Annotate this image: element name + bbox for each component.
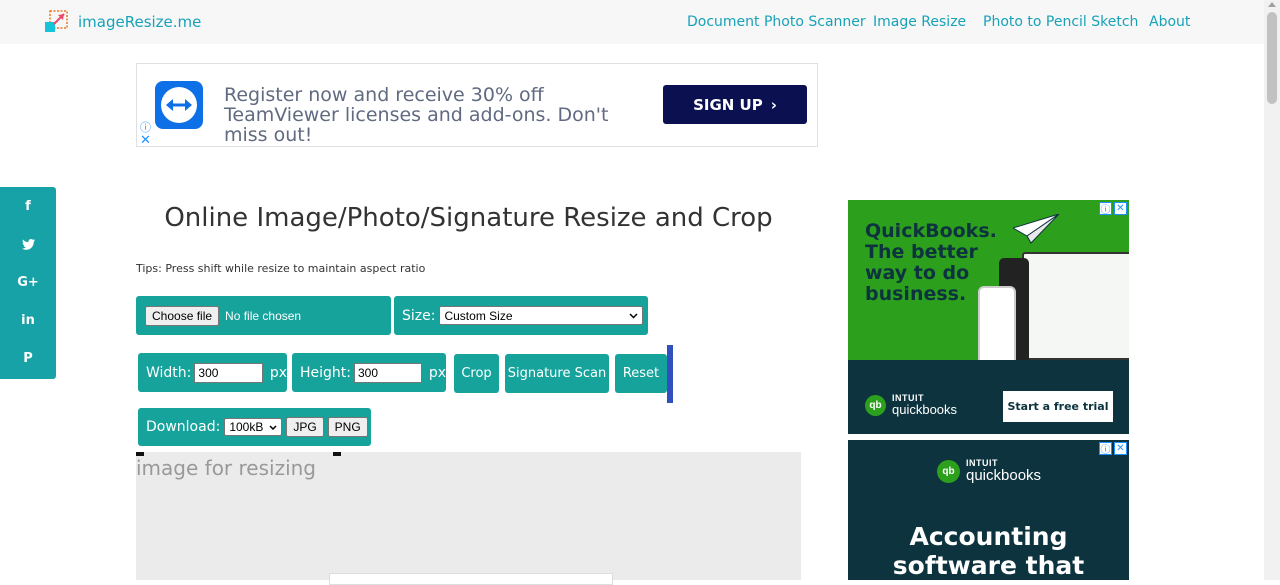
qb2-headline: Accounting software that [848, 522, 1129, 580]
download-size-select[interactable]: 100kB [224, 418, 283, 436]
width-unit: px [269, 364, 287, 381]
chevron-down-icon [269, 424, 277, 430]
qb-headline-line-2: The better [865, 241, 978, 263]
size-select-value: Custom Size [444, 308, 513, 323]
quickbooks-ad-2[interactable]: ⓘ ✕ qb INTUIT quickbooks Accounting soft… [848, 440, 1129, 580]
twitter-icon[interactable] [0, 225, 56, 263]
width-group: Width: 300 px [138, 353, 287, 392]
nav-image-resize[interactable]: Image Resize [873, 14, 966, 30]
image-toolbar-box [329, 573, 613, 585]
qb-headline-line-1: QuickBooks. [865, 220, 997, 242]
size-group: Size: Custom Size [394, 296, 648, 335]
nav-photo-to-pencil-sketch[interactable]: Photo to Pencil Sketch [983, 14, 1138, 30]
width-input[interactable]: 300 [194, 362, 263, 383]
info-icon[interactable]: ⓘ [1099, 202, 1112, 216]
page-scrollbar[interactable] [1264, 0, 1280, 580]
qb-brand-logo: qb INTUIT quickbooks [937, 459, 1041, 484]
paper-plane-icon [1013, 214, 1060, 244]
quickbooks-ad-1[interactable]: ⓘ ✕ QuickBooks. The better way to do bus… [848, 200, 1129, 434]
choose-file-button[interactable]: Choose file [145, 305, 220, 326]
scroll-thumb[interactable] [1267, 12, 1277, 104]
qb-headline-line-3: way to do [865, 262, 970, 284]
width-label: Width: [146, 364, 192, 381]
info-icon[interactable]: ⓘ [1099, 442, 1112, 456]
pinterest-icon[interactable]: P [0, 339, 56, 377]
signature-scan-button[interactable]: Signature Scan [505, 354, 609, 393]
facebook-icon[interactable]: f [0, 187, 56, 225]
qb-brand-name: quickbooks [966, 467, 1042, 484]
google-plus-icon[interactable]: G+ [0, 263, 56, 301]
height-input[interactable]: 300 [354, 362, 422, 383]
close-icon[interactable]: ✕ [1114, 442, 1127, 455]
ad-choices[interactable]: ⓘ ✕ [1099, 442, 1127, 456]
scroll-up-arrow-icon[interactable] [1268, 2, 1276, 7]
page-title: Online Image/Photo/Signature Resize and … [164, 203, 773, 233]
file-chooser-group: Choose file No file chosen [136, 296, 391, 335]
tips-text: Tips: Press shift while resize to mainta… [136, 262, 426, 275]
chevron-down-icon [629, 312, 638, 319]
image-alt-text: image for resizing [136, 456, 316, 480]
laptop-illustration [1022, 252, 1129, 360]
linkedin-icon[interactable]: in [0, 301, 56, 339]
jpg-download-button[interactable]: JPG [286, 417, 324, 437]
png-download-button[interactable]: PNG [327, 417, 368, 437]
top-navbar: imageResize.me Document Photo Scanner Im… [0, 0, 1264, 44]
close-icon[interactable]: ✕ [140, 132, 151, 148]
reset-button[interactable]: Reset [615, 354, 667, 393]
teamviewer-ad-banner[interactable]: Register now and receive 30% off TeamVie… [136, 63, 818, 147]
start-free-trial-button[interactable]: Start a free trial [1003, 391, 1113, 422]
chevron-right-icon: › [770, 95, 777, 114]
qb2-headline-line-2: software that [892, 551, 1085, 580]
download-group: Download: 100kB JPG PNG [138, 408, 371, 446]
sign-up-label: SIGN UP [693, 95, 763, 114]
download-size-value: 100kB [229, 420, 264, 434]
size-label: Size: [402, 307, 436, 324]
crop-button[interactable]: Crop [454, 354, 499, 393]
teamviewer-logo-icon [155, 81, 203, 129]
qb-brand-logo: qb INTUIT quickbooks [865, 394, 957, 417]
social-share-bar: f G+ in P [0, 187, 56, 379]
qb2-headline-line-1: Accounting [909, 522, 1068, 551]
sign-up-button[interactable]: SIGN UP › [663, 85, 807, 124]
site-logo-link[interactable]: imageResize.me [44, 10, 201, 34]
quickbooks-logo-icon: qb [937, 460, 960, 483]
ad-message: Register now and receive 30% off TeamVie… [224, 84, 609, 146]
site-name: imageResize.me [78, 13, 202, 31]
logo-icon [45, 10, 68, 32]
close-icon[interactable]: ✕ [1114, 202, 1127, 215]
file-status: No file chosen [225, 308, 302, 323]
height-group: Height: 300 px [292, 353, 446, 392]
focus-indicator-bar [667, 345, 673, 403]
download-label: Download: [146, 419, 221, 435]
height-unit: px [428, 364, 446, 381]
ad-choices[interactable]: ⓘ ✕ [1099, 202, 1127, 216]
quickbooks-logo-icon: qb [865, 395, 886, 416]
size-select[interactable]: Custom Size [439, 306, 644, 325]
qb-brand-name: quickbooks [892, 402, 958, 417]
height-label: Height: [300, 364, 351, 381]
image-preview-area[interactable]: image for resizing [136, 452, 801, 585]
nav-document-photo-scanner[interactable]: Document Photo Scanner [687, 14, 866, 30]
crop-handle-top[interactable] [333, 452, 341, 456]
nav-about[interactable]: About [1149, 14, 1190, 30]
